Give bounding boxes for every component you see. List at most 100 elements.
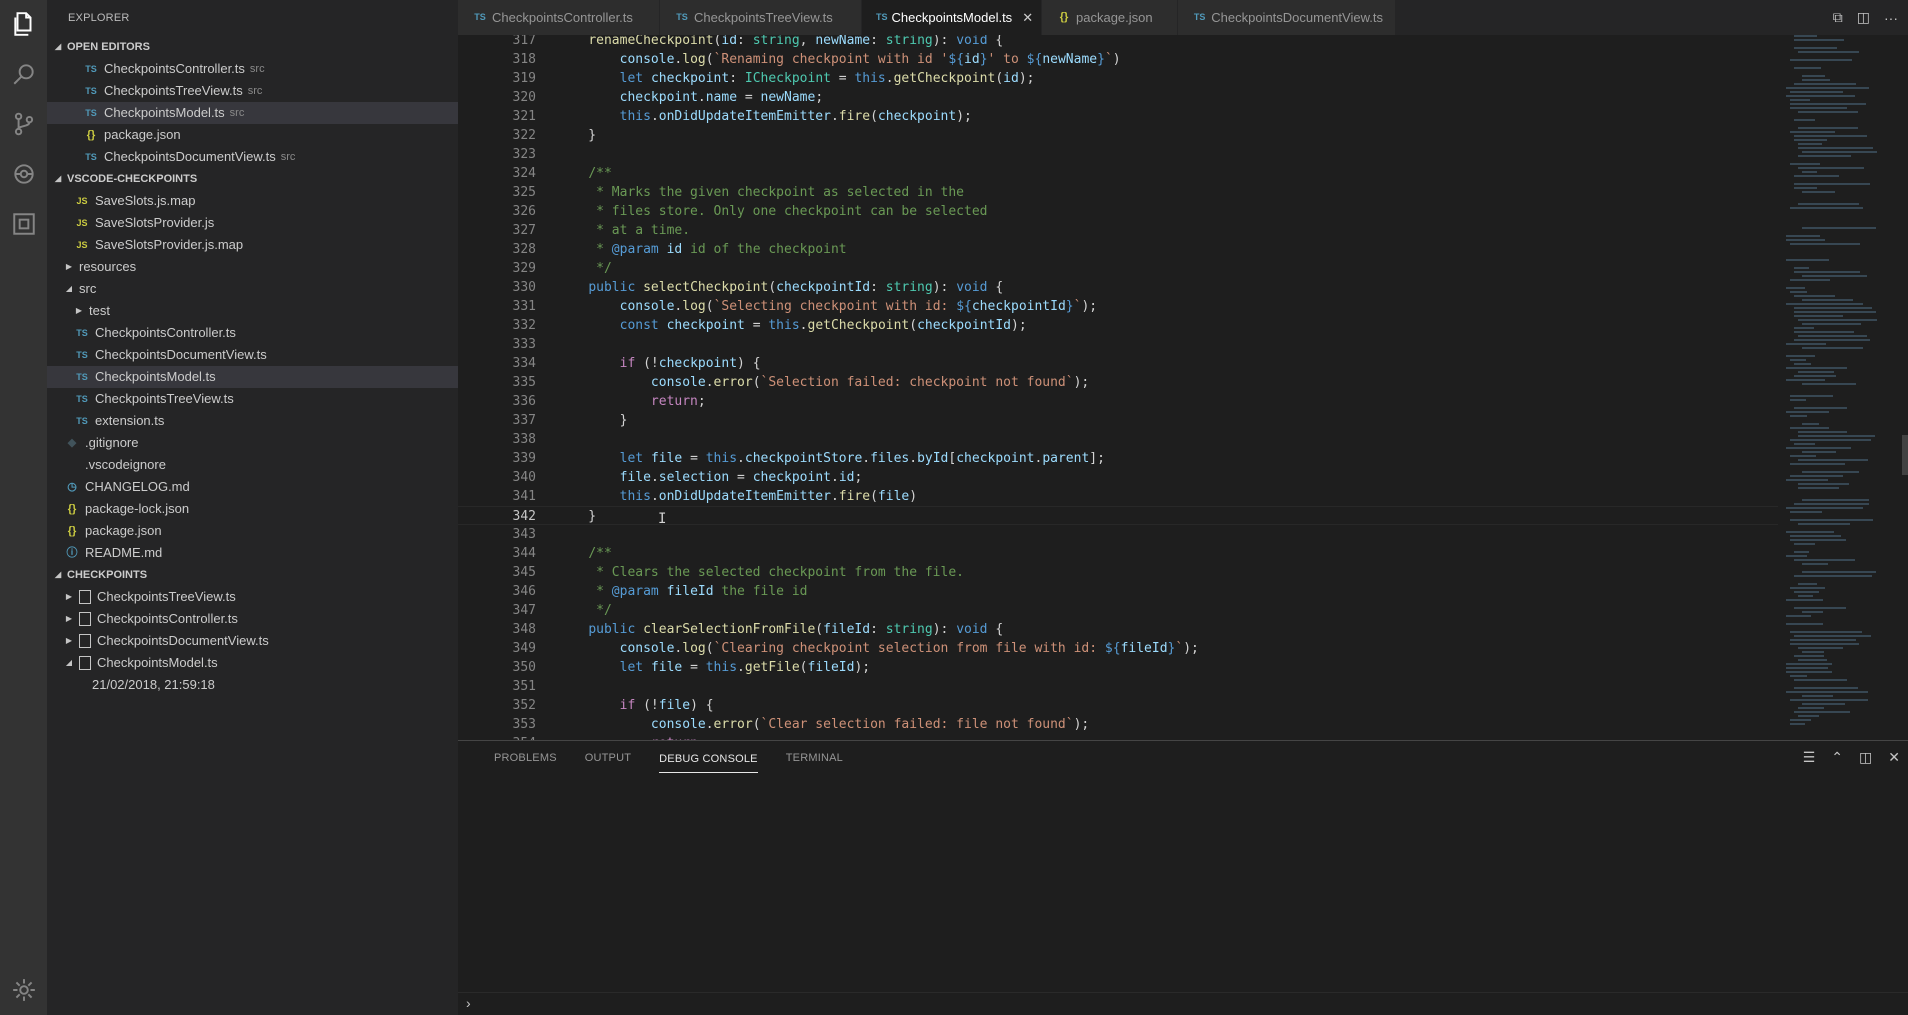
- minimap-line: [1786, 663, 1832, 665]
- checkpoint-file-item[interactable]: ▶ CheckpointsDocumentView.ts: [47, 630, 458, 652]
- file-item[interactable]: ⓘ README.md: [47, 542, 458, 564]
- open-changes-icon[interactable]: ⧉: [1833, 9, 1843, 26]
- minimap-line: [1790, 91, 1843, 93]
- explorer-icon[interactable]: [0, 2, 47, 46]
- minimap-line: [1794, 295, 1835, 297]
- close-icon[interactable]: ✕: [1888, 749, 1900, 766]
- tab-problems[interactable]: PROBLEMS: [494, 741, 557, 776]
- minimap-line: [1798, 111, 1858, 113]
- clear-console-icon[interactable]: ☰: [1803, 749, 1816, 766]
- tab-checkpoints-model[interactable]: TS CheckpointsModel.ts ✕: [862, 0, 1042, 35]
- debug-icon[interactable]: [0, 152, 47, 196]
- code-line: public clearSelectionFromFile(fileId: st…: [588, 622, 1004, 637]
- line-number: 347: [512, 603, 536, 618]
- checkpoint-item[interactable]: 21/02/2018, 21:59:18: [47, 674, 458, 696]
- minimap-line: [1790, 107, 1847, 109]
- close-icon[interactable]: ✕: [1022, 0, 1033, 35]
- line-number: 329: [512, 261, 536, 276]
- code-line: console.log(`Clearing checkpoint selecti…: [619, 641, 1199, 656]
- editor-tabs: TS CheckpointsController.ts TS Checkpoin…: [458, 0, 1908, 35]
- editor-actions: ⧉ ◫ ···: [1833, 0, 1908, 35]
- folder-item[interactable]: ▶ test: [47, 300, 458, 322]
- open-editor-item[interactable]: TS CheckpointsController.ts src: [47, 58, 458, 80]
- minimap-line: [1802, 651, 1824, 653]
- code-line: }: [557, 509, 597, 524]
- minimap-line: [1790, 539, 1846, 541]
- file-item[interactable]: ◷ CHANGELOG.md: [47, 476, 458, 498]
- checkpoint-file-item[interactable]: ▶ CheckpointsTreeView.ts: [47, 586, 458, 608]
- minimap-line: [1798, 595, 1813, 597]
- file-item[interactable]: JS SaveSlotsProvider.js: [47, 212, 458, 234]
- code-line: * at a time.: [557, 223, 691, 238]
- tab-checkpoints-controller[interactable]: TS CheckpointsController.ts: [458, 0, 660, 35]
- minimap-line: [1790, 699, 1868, 701]
- source-control-icon[interactable]: [0, 102, 47, 146]
- folder-item[interactable]: ▶ resources: [47, 256, 458, 278]
- more-actions-icon[interactable]: ···: [1884, 10, 1898, 26]
- chevron-right-icon: ▶: [65, 592, 73, 601]
- file-item[interactable]: TS CheckpointsController.ts: [47, 322, 458, 344]
- tab-terminal[interactable]: TERMINAL: [786, 741, 843, 776]
- console-input[interactable]: ›: [466, 995, 471, 1011]
- file-item[interactable]: JS SaveSlots.js.map: [47, 190, 458, 212]
- code-editor[interactable]: 317 renameCheckpoint(id: string, newName…: [458, 35, 1908, 740]
- javascript-icon: JS: [76, 240, 88, 250]
- line-number: 340: [512, 470, 536, 485]
- minimap-line: [1790, 359, 1806, 361]
- file-item[interactable]: ◆ .gitignore: [47, 432, 458, 454]
- code-line: }: [557, 413, 628, 428]
- tab-package-json[interactable]: {} package.json: [1042, 0, 1178, 35]
- checkpoints-header[interactable]: ◢ CHECKPOINTS: [47, 564, 458, 586]
- line-number: 323: [512, 147, 536, 162]
- editor-scrollbar[interactable]: [1902, 435, 1908, 475]
- tab-checkpoints-tree-view[interactable]: TS CheckpointsTreeView.ts: [660, 0, 862, 35]
- tab-output[interactable]: OUTPUT: [585, 741, 631, 776]
- checkpoint-file-item[interactable]: ◢ CheckpointsModel.ts: [47, 652, 458, 674]
- maximize-panel-icon[interactable]: ⌃: [1831, 749, 1843, 766]
- minimap-line: [1786, 303, 1863, 305]
- open-editor-item[interactable]: {} package.json: [47, 124, 458, 146]
- file-item[interactable]: TS CheckpointsTreeView.ts: [47, 388, 458, 410]
- open-editor-item-active[interactable]: TS CheckpointsModel.ts src: [47, 102, 458, 124]
- minimap-line: [1798, 659, 1827, 661]
- toggle-panel-position-icon[interactable]: ◫: [1859, 749, 1872, 766]
- checkpoint-file-item[interactable]: ▶ CheckpointsController.ts: [47, 608, 458, 630]
- extensions-icon[interactable]: [0, 202, 47, 246]
- file-item[interactable]: {} package-lock.json: [47, 498, 458, 520]
- typescript-icon: TS: [85, 152, 97, 162]
- json-icon: {}: [1059, 11, 1069, 23]
- minimap-line: [1790, 131, 1835, 133]
- code-line: * files store. Only one checkpoint can b…: [557, 204, 988, 219]
- folder-item[interactable]: ◢ src: [47, 278, 458, 300]
- gear-icon[interactable]: [0, 968, 47, 1012]
- open-editors-header[interactable]: ◢ OPEN EDITORS: [47, 36, 458, 58]
- minimap-line: [1794, 311, 1876, 313]
- panel-actions: ☰ ⌃ ◫ ✕: [1803, 749, 1900, 766]
- code-line: * @param id id of the checkpoint: [557, 242, 847, 257]
- file-item[interactable]: TS CheckpointsDocumentView.ts: [47, 344, 458, 366]
- minimap-line: [1802, 471, 1859, 473]
- code-lines[interactable]: 317 renameCheckpoint(id: string, newName…: [458, 35, 1778, 740]
- tab-debug-console[interactable]: DEBUG CONSOLE: [659, 745, 758, 773]
- line-number: 345: [512, 565, 536, 580]
- workspace-header[interactable]: ◢ VSCODE-CHECKPOINTS: [47, 168, 458, 190]
- line-number: 342: [512, 509, 536, 524]
- search-icon[interactable]: [0, 52, 47, 96]
- panel-tabs: PROBLEMS OUTPUT DEBUG CONSOLE TERMINAL: [458, 741, 1908, 776]
- line-number: 335: [512, 375, 536, 390]
- tab-checkpoints-document-view[interactable]: TS CheckpointsDocumentView.ts: [1178, 0, 1396, 35]
- split-editor-icon[interactable]: ◫: [1857, 9, 1870, 26]
- minimap-line: [1794, 307, 1872, 309]
- minimap-line: [1786, 239, 1825, 241]
- file-item-selected[interactable]: TS CheckpointsModel.ts: [47, 366, 458, 388]
- open-editor-item[interactable]: TS CheckpointsDocumentView.ts src: [47, 146, 458, 168]
- file-item[interactable]: {} package.json: [47, 520, 458, 542]
- minimap-line: [1790, 279, 1830, 281]
- file-item[interactable]: JS SaveSlotsProvider.js.map: [47, 234, 458, 256]
- minimap[interactable]: [1786, 35, 1896, 740]
- open-editor-item[interactable]: TS CheckpointsTreeView.ts src: [47, 80, 458, 102]
- minimap-line: [1798, 143, 1822, 145]
- chevron-down-icon: ◢: [65, 284, 73, 293]
- file-item[interactable]: TS extension.ts: [47, 410, 458, 432]
- file-item[interactable]: .vscodeignore: [47, 454, 458, 476]
